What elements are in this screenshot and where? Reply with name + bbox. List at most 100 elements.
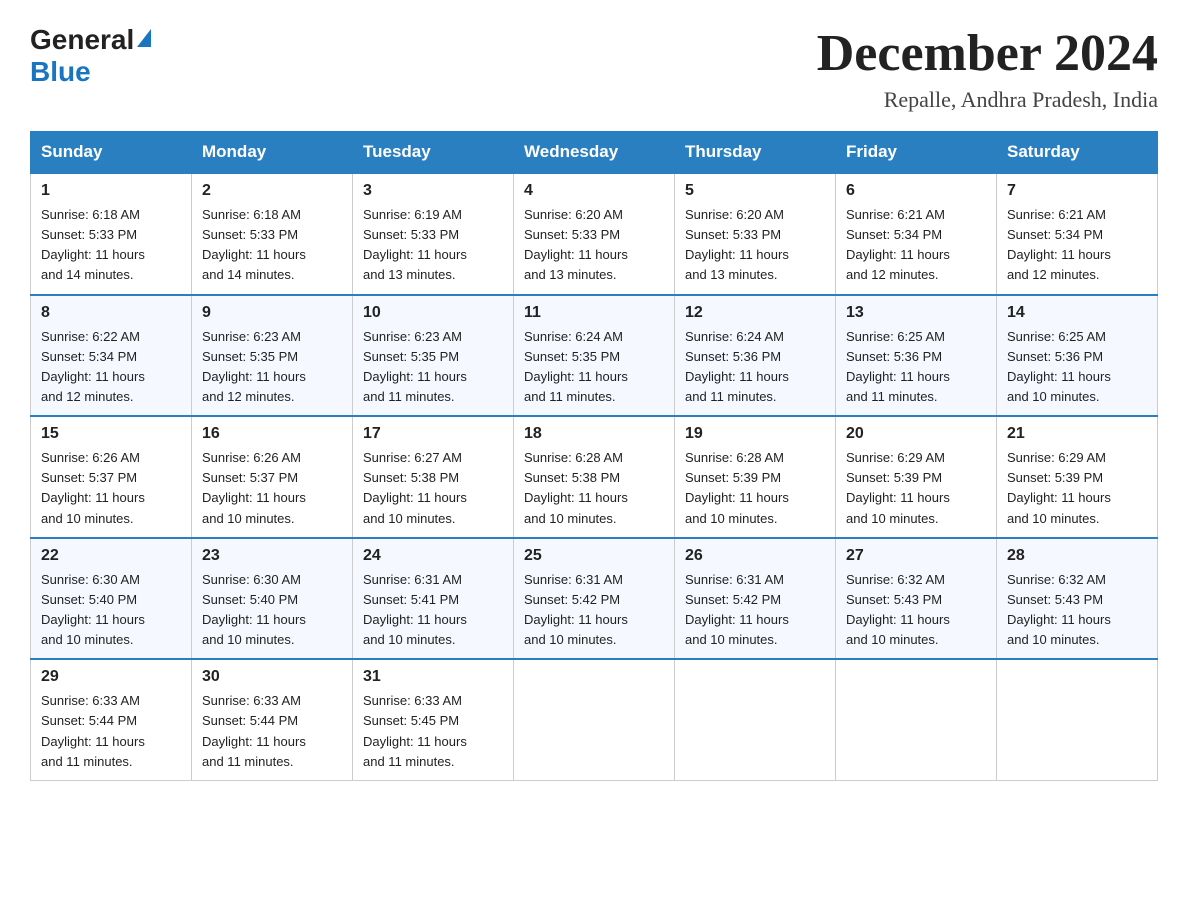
day-number: 31 (363, 668, 503, 686)
day-info: Sunrise: 6:29 AM Sunset: 5:39 PM Dayligh… (846, 448, 986, 529)
calendar-cell: 2 Sunrise: 6:18 AM Sunset: 5:33 PM Dayli… (192, 173, 353, 295)
title-section: December 2024 Repalle, Andhra Pradesh, I… (817, 24, 1158, 113)
calendar-cell: 6 Sunrise: 6:21 AM Sunset: 5:34 PM Dayli… (836, 173, 997, 295)
day-info: Sunrise: 6:29 AM Sunset: 5:39 PM Dayligh… (1007, 448, 1147, 529)
calendar-header-row: Sunday Monday Tuesday Wednesday Thursday… (31, 132, 1158, 174)
calendar-cell: 24 Sunrise: 6:31 AM Sunset: 5:41 PM Dayl… (353, 538, 514, 660)
day-number: 9 (202, 304, 342, 322)
day-number: 11 (524, 304, 664, 322)
day-info: Sunrise: 6:22 AM Sunset: 5:34 PM Dayligh… (41, 327, 181, 408)
calendar-cell: 7 Sunrise: 6:21 AM Sunset: 5:34 PM Dayli… (997, 173, 1158, 295)
calendar-cell: 4 Sunrise: 6:20 AM Sunset: 5:33 PM Dayli… (514, 173, 675, 295)
calendar-cell: 27 Sunrise: 6:32 AM Sunset: 5:43 PM Dayl… (836, 538, 997, 660)
day-number: 16 (202, 425, 342, 443)
day-info: Sunrise: 6:26 AM Sunset: 5:37 PM Dayligh… (202, 448, 342, 529)
day-info: Sunrise: 6:26 AM Sunset: 5:37 PM Dayligh… (41, 448, 181, 529)
calendar-cell: 18 Sunrise: 6:28 AM Sunset: 5:38 PM Dayl… (514, 416, 675, 538)
calendar-cell: 26 Sunrise: 6:31 AM Sunset: 5:42 PM Dayl… (675, 538, 836, 660)
page-title: December 2024 (817, 24, 1158, 83)
day-info: Sunrise: 6:25 AM Sunset: 5:36 PM Dayligh… (846, 327, 986, 408)
calendar-cell (514, 659, 675, 780)
day-number: 24 (363, 547, 503, 565)
subtitle: Repalle, Andhra Pradesh, India (817, 87, 1158, 113)
calendar-cell: 29 Sunrise: 6:33 AM Sunset: 5:44 PM Dayl… (31, 659, 192, 780)
calendar-cell (997, 659, 1158, 780)
day-info: Sunrise: 6:27 AM Sunset: 5:38 PM Dayligh… (363, 448, 503, 529)
day-number: 27 (846, 547, 986, 565)
day-number: 20 (846, 425, 986, 443)
day-number: 13 (846, 304, 986, 322)
calendar-cell: 25 Sunrise: 6:31 AM Sunset: 5:42 PM Dayl… (514, 538, 675, 660)
calendar-cell: 5 Sunrise: 6:20 AM Sunset: 5:33 PM Dayli… (675, 173, 836, 295)
calendar-cell: 16 Sunrise: 6:26 AM Sunset: 5:37 PM Dayl… (192, 416, 353, 538)
logo: General Blue (30, 24, 151, 88)
day-info: Sunrise: 6:25 AM Sunset: 5:36 PM Dayligh… (1007, 327, 1147, 408)
day-number: 2 (202, 182, 342, 200)
col-sunday: Sunday (31, 132, 192, 174)
calendar-cell: 21 Sunrise: 6:29 AM Sunset: 5:39 PM Dayl… (997, 416, 1158, 538)
day-info: Sunrise: 6:18 AM Sunset: 5:33 PM Dayligh… (202, 205, 342, 286)
day-info: Sunrise: 6:30 AM Sunset: 5:40 PM Dayligh… (202, 570, 342, 651)
day-number: 14 (1007, 304, 1147, 322)
day-number: 1 (41, 182, 181, 200)
day-number: 26 (685, 547, 825, 565)
day-info: Sunrise: 6:19 AM Sunset: 5:33 PM Dayligh… (363, 205, 503, 286)
col-monday: Monday (192, 132, 353, 174)
calendar-cell: 11 Sunrise: 6:24 AM Sunset: 5:35 PM Dayl… (514, 295, 675, 417)
calendar-cell: 31 Sunrise: 6:33 AM Sunset: 5:45 PM Dayl… (353, 659, 514, 780)
day-number: 22 (41, 547, 181, 565)
calendar-cell: 9 Sunrise: 6:23 AM Sunset: 5:35 PM Dayli… (192, 295, 353, 417)
day-number: 12 (685, 304, 825, 322)
day-info: Sunrise: 6:30 AM Sunset: 5:40 PM Dayligh… (41, 570, 181, 651)
day-info: Sunrise: 6:33 AM Sunset: 5:44 PM Dayligh… (202, 691, 342, 772)
day-info: Sunrise: 6:33 AM Sunset: 5:44 PM Dayligh… (41, 691, 181, 772)
day-info: Sunrise: 6:24 AM Sunset: 5:35 PM Dayligh… (524, 327, 664, 408)
calendar-cell: 3 Sunrise: 6:19 AM Sunset: 5:33 PM Dayli… (353, 173, 514, 295)
calendar-week-row: 8 Sunrise: 6:22 AM Sunset: 5:34 PM Dayli… (31, 295, 1158, 417)
calendar-week-row: 15 Sunrise: 6:26 AM Sunset: 5:37 PM Dayl… (31, 416, 1158, 538)
logo-general-text: General (30, 24, 134, 56)
day-number: 30 (202, 668, 342, 686)
day-number: 5 (685, 182, 825, 200)
day-info: Sunrise: 6:31 AM Sunset: 5:42 PM Dayligh… (524, 570, 664, 651)
logo-blue-text: Blue (30, 56, 91, 88)
day-info: Sunrise: 6:21 AM Sunset: 5:34 PM Dayligh… (846, 205, 986, 286)
calendar-cell (675, 659, 836, 780)
calendar-cell: 1 Sunrise: 6:18 AM Sunset: 5:33 PM Dayli… (31, 173, 192, 295)
calendar-cell: 14 Sunrise: 6:25 AM Sunset: 5:36 PM Dayl… (997, 295, 1158, 417)
calendar-table: Sunday Monday Tuesday Wednesday Thursday… (30, 131, 1158, 781)
day-info: Sunrise: 6:23 AM Sunset: 5:35 PM Dayligh… (202, 327, 342, 408)
day-number: 28 (1007, 547, 1147, 565)
calendar-cell: 30 Sunrise: 6:33 AM Sunset: 5:44 PM Dayl… (192, 659, 353, 780)
calendar-cell: 10 Sunrise: 6:23 AM Sunset: 5:35 PM Dayl… (353, 295, 514, 417)
calendar-week-row: 29 Sunrise: 6:33 AM Sunset: 5:44 PM Dayl… (31, 659, 1158, 780)
calendar-cell (836, 659, 997, 780)
day-number: 3 (363, 182, 503, 200)
day-info: Sunrise: 6:31 AM Sunset: 5:42 PM Dayligh… (685, 570, 825, 651)
day-info: Sunrise: 6:32 AM Sunset: 5:43 PM Dayligh… (1007, 570, 1147, 651)
day-number: 18 (524, 425, 664, 443)
day-info: Sunrise: 6:20 AM Sunset: 5:33 PM Dayligh… (524, 205, 664, 286)
day-info: Sunrise: 6:31 AM Sunset: 5:41 PM Dayligh… (363, 570, 503, 651)
day-number: 17 (363, 425, 503, 443)
day-number: 8 (41, 304, 181, 322)
col-friday: Friday (836, 132, 997, 174)
col-thursday: Thursday (675, 132, 836, 174)
calendar-cell: 20 Sunrise: 6:29 AM Sunset: 5:39 PM Dayl… (836, 416, 997, 538)
day-number: 7 (1007, 182, 1147, 200)
calendar-cell: 22 Sunrise: 6:30 AM Sunset: 5:40 PM Dayl… (31, 538, 192, 660)
day-info: Sunrise: 6:33 AM Sunset: 5:45 PM Dayligh… (363, 691, 503, 772)
col-wednesday: Wednesday (514, 132, 675, 174)
logo-triangle-icon (137, 29, 151, 47)
calendar-cell: 12 Sunrise: 6:24 AM Sunset: 5:36 PM Dayl… (675, 295, 836, 417)
day-number: 19 (685, 425, 825, 443)
day-number: 6 (846, 182, 986, 200)
day-info: Sunrise: 6:20 AM Sunset: 5:33 PM Dayligh… (685, 205, 825, 286)
calendar-cell: 23 Sunrise: 6:30 AM Sunset: 5:40 PM Dayl… (192, 538, 353, 660)
page-header: General Blue December 2024 Repalle, Andh… (30, 24, 1158, 113)
day-info: Sunrise: 6:32 AM Sunset: 5:43 PM Dayligh… (846, 570, 986, 651)
calendar-cell: 28 Sunrise: 6:32 AM Sunset: 5:43 PM Dayl… (997, 538, 1158, 660)
calendar-cell: 15 Sunrise: 6:26 AM Sunset: 5:37 PM Dayl… (31, 416, 192, 538)
day-info: Sunrise: 6:28 AM Sunset: 5:39 PM Dayligh… (685, 448, 825, 529)
calendar-cell: 17 Sunrise: 6:27 AM Sunset: 5:38 PM Dayl… (353, 416, 514, 538)
